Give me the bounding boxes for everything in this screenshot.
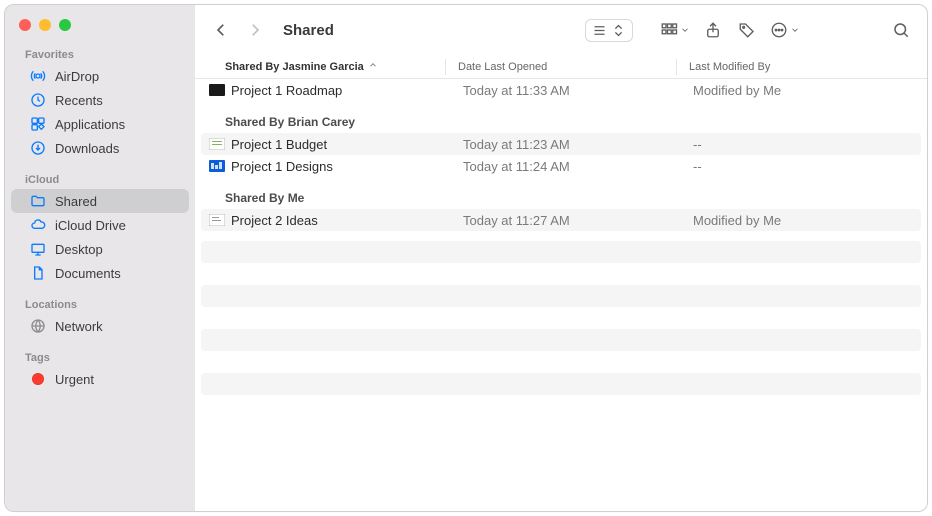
file-modified-by: -- [681, 159, 921, 174]
column-headers: Shared By Jasmine Garcia Date Last Opene… [195, 55, 927, 79]
sidebar-item-label: Documents [55, 266, 121, 281]
sidebar-item-label: Desktop [55, 242, 103, 257]
applications-icon [29, 115, 47, 133]
airdrop-icon [29, 67, 47, 85]
file-name: Project 1 Roadmap [231, 83, 451, 98]
group-by-button[interactable] [657, 16, 693, 44]
sidebar-item-label: iCloud Drive [55, 218, 126, 233]
share-button[interactable] [699, 16, 727, 44]
cloud-icon [29, 216, 47, 234]
file-date: Today at 11:27 AM [451, 213, 681, 228]
column-header-name[interactable]: Shared By Jasmine Garcia [195, 60, 445, 73]
toolbar: Shared [195, 5, 927, 55]
sidebar-item-shared[interactable]: Shared [11, 189, 189, 213]
file-date: Today at 11:33 AM [451, 83, 681, 98]
group-header: Shared By Brian Carey [195, 101, 927, 133]
sidebar-section-tags: Tags [5, 348, 195, 367]
zoom-window-button[interactable] [59, 19, 71, 31]
sidebar-item-label: Shared [55, 194, 97, 209]
empty-row [201, 241, 921, 263]
sidebar-item-downloads[interactable]: Downloads [11, 136, 189, 160]
forward-button[interactable] [241, 16, 269, 44]
file-list: Project 1 Roadmap Today at 11:33 AM Modi… [195, 79, 927, 511]
view-mode-selector[interactable] [585, 19, 633, 42]
empty-row [201, 373, 921, 395]
file-name: Project 1 Budget [231, 137, 451, 152]
file-icon [201, 138, 231, 150]
file-name: Project 2 Ideas [231, 213, 451, 228]
shared-folder-icon [29, 192, 47, 210]
file-icon [201, 84, 231, 96]
tags-button[interactable] [733, 16, 761, 44]
sidebar-item-applications[interactable]: Applications [11, 112, 189, 136]
sidebar-section-locations: Locations [5, 295, 195, 314]
file-modified-by: -- [681, 137, 921, 152]
file-row[interactable]: Project 2 Ideas Today at 11:27 AM Modifi… [201, 209, 921, 231]
sidebar-item-desktop[interactable]: Desktop [11, 237, 189, 261]
empty-row [201, 351, 921, 373]
column-header-modified[interactable]: Last Modified By [677, 61, 927, 73]
network-icon [29, 317, 47, 335]
sidebar-item-documents[interactable]: Documents [11, 261, 189, 285]
file-row[interactable]: Project 1 Budget Today at 11:23 AM -- [201, 133, 921, 155]
file-date: Today at 11:23 AM [451, 137, 681, 152]
desktop-icon [29, 240, 47, 258]
sidebar-item-label: Applications [55, 117, 125, 132]
close-window-button[interactable] [19, 19, 31, 31]
group-header: Shared By Me [195, 177, 927, 209]
empty-row [201, 307, 921, 329]
sidebar-item-label: Urgent [55, 372, 94, 387]
back-button[interactable] [207, 16, 235, 44]
file-row[interactable]: Project 1 Designs Today at 11:24 AM -- [201, 155, 921, 177]
sidebar-item-network[interactable]: Network [11, 314, 189, 338]
file-date: Today at 11:24 AM [451, 159, 681, 174]
document-icon [29, 264, 47, 282]
clock-icon [29, 91, 47, 109]
sidebar-item-recents[interactable]: Recents [11, 88, 189, 112]
window-title: Shared [283, 22, 334, 39]
downloads-icon [29, 139, 47, 157]
file-name: Project 1 Designs [231, 159, 451, 174]
window-controls [5, 13, 195, 45]
sidebar-item-tag-urgent[interactable]: Urgent [11, 367, 189, 391]
actions-button[interactable] [767, 16, 803, 44]
sidebar-item-icloud-drive[interactable]: iCloud Drive [11, 213, 189, 237]
sidebar-item-airdrop[interactable]: AirDrop [11, 64, 189, 88]
empty-row [201, 285, 921, 307]
file-row[interactable]: Project 1 Roadmap Today at 11:33 AM Modi… [201, 79, 921, 101]
sidebar: Favorites AirDrop Recents Applications D… [5, 5, 195, 511]
empty-row [201, 329, 921, 351]
search-button[interactable] [887, 16, 915, 44]
column-header-date[interactable]: Date Last Opened [446, 61, 676, 73]
file-icon [201, 214, 231, 226]
sidebar-item-label: Recents [55, 93, 103, 108]
minimize-window-button[interactable] [39, 19, 51, 31]
empty-row [201, 263, 921, 285]
sidebar-item-label: AirDrop [55, 69, 99, 84]
finder-window: Favorites AirDrop Recents Applications D… [4, 4, 928, 512]
tag-red-icon [29, 370, 47, 388]
file-modified-by: Modified by Me [681, 83, 921, 98]
file-icon [201, 160, 231, 172]
sidebar-section-icloud: iCloud [5, 170, 195, 189]
sidebar-item-label: Network [55, 319, 103, 334]
main-panel: Shared Shared By Jasmine Ga [195, 5, 927, 511]
file-modified-by: Modified by Me [681, 213, 921, 228]
sidebar-item-label: Downloads [55, 141, 119, 156]
sidebar-section-favorites: Favorites [5, 45, 195, 64]
sort-ascending-icon [368, 60, 378, 73]
